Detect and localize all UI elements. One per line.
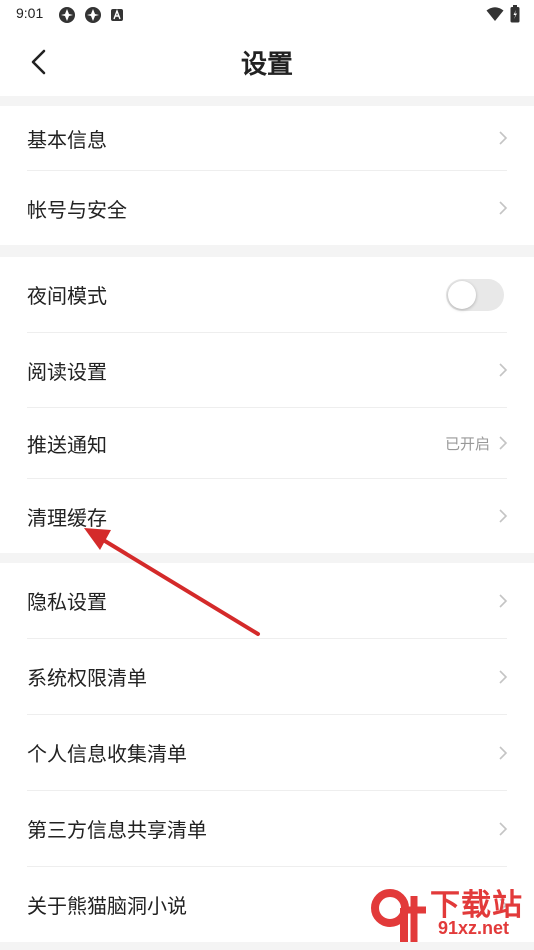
chevron-right-icon xyxy=(499,745,508,760)
chevron-right-icon xyxy=(499,436,508,450)
a-badge-icon xyxy=(111,9,123,21)
settings-item-label: 阅读设置 xyxy=(27,359,107,384)
status-system-icons xyxy=(486,5,520,23)
chevron-right-icon xyxy=(499,131,508,145)
settings-item-label: 推送通知 xyxy=(27,432,107,457)
settings-item-push-notification[interactable]: 推送通知 已开启 xyxy=(0,408,534,478)
settings-item-label: 清理缓存 xyxy=(27,505,107,530)
toggle-knob xyxy=(448,280,476,309)
section-gap xyxy=(0,245,534,257)
settings-item-clear-cache[interactable]: 清理缓存 xyxy=(0,479,534,553)
settings-item-label: 帐号与安全 xyxy=(27,197,127,222)
status-time: 9:01 xyxy=(16,5,44,21)
settings-item-label: 系统权限清单 xyxy=(27,666,147,690)
settings-item-label: 隐私设置 xyxy=(27,590,107,614)
settings-item-privacy[interactable]: 隐私设置 xyxy=(0,563,534,638)
battery-icon xyxy=(510,5,520,23)
app-notification-icon xyxy=(85,7,101,23)
settings-item-label: 夜间模式 xyxy=(27,284,107,308)
app-notification-icon xyxy=(59,7,75,23)
page-title: 设置 xyxy=(240,50,293,80)
chevron-right-icon xyxy=(499,201,508,215)
chevron-right-icon xyxy=(499,509,508,523)
settings-item-account-security[interactable]: 帐号与安全 xyxy=(0,171,534,245)
settings-item-label: 个人信息收集清单 xyxy=(27,742,187,766)
settings-item-system-permissions[interactable]: 系统权限清单 xyxy=(0,639,534,714)
watermark-logo: 下载站 91xz.net xyxy=(368,880,528,946)
watermark-subtitle: 91xz.net xyxy=(438,918,510,938)
push-status-value: 已开启 xyxy=(444,434,490,453)
settings-item-basic-info[interactable]: 基本信息 xyxy=(0,106,534,170)
section-gap xyxy=(0,553,534,563)
chevron-right-icon xyxy=(499,593,508,608)
chevron-right-icon xyxy=(499,363,508,377)
settings-item-label: 基本信息 xyxy=(27,127,107,152)
chevron-right-icon xyxy=(499,669,508,684)
settings-item-third-party-sharing[interactable]: 第三方信息共享清单 xyxy=(0,791,534,866)
status-bar: 9:01 xyxy=(0,0,534,28)
settings-item-label: 第三方信息共享清单 xyxy=(27,818,207,842)
settings-item-personal-info-list[interactable]: 个人信息收集清单 xyxy=(0,715,534,790)
settings-item-reading[interactable]: 阅读设置 xyxy=(0,333,534,407)
night-mode-toggle[interactable] xyxy=(446,278,504,311)
wifi-icon xyxy=(486,7,504,21)
settings-item-label: 关于熊猫脑洞小说 xyxy=(27,894,187,918)
app-bar: 设置 xyxy=(0,28,534,96)
settings-item-night-mode: 夜间模式 xyxy=(0,257,534,332)
chevron-right-icon xyxy=(499,821,508,836)
watermark-9f-icon xyxy=(371,889,426,942)
status-notification-icons xyxy=(58,6,124,24)
section-gap xyxy=(0,96,534,106)
